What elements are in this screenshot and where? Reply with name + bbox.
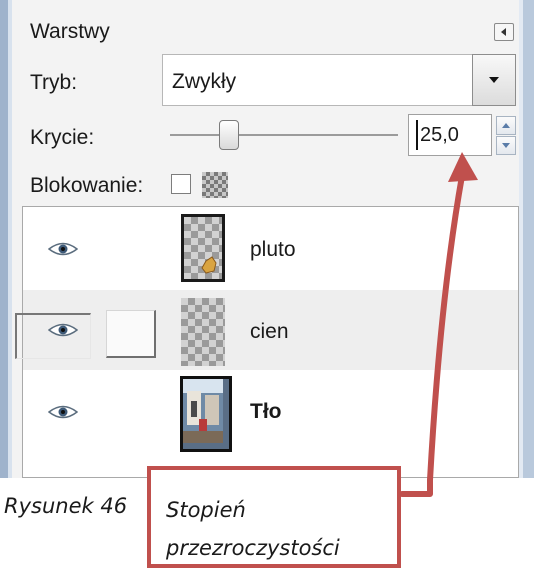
- panel-menu-button[interactable]: [494, 23, 514, 41]
- photo-thumbnail-image: [183, 379, 223, 443]
- lock-pixels-checkbox[interactable]: [171, 174, 191, 194]
- opacity-slider-thumb[interactable]: [219, 120, 239, 150]
- callout-text: Stopień: [166, 498, 246, 522]
- chain-toggle[interactable]: [106, 310, 156, 358]
- opacity-input-value: 25,0: [420, 124, 459, 146]
- layer-thumbnail-photo[interactable]: [180, 376, 232, 452]
- mode-dropdown-value: Zwykły: [172, 70, 237, 93]
- lock-label: Blokowanie:: [30, 174, 144, 197]
- opacity-increment-button[interactable]: [496, 116, 516, 135]
- layer-name[interactable]: pluto: [250, 238, 296, 262]
- eye-icon[interactable]: [48, 241, 78, 257]
- text-caret: [416, 120, 418, 150]
- layer-thumbnail[interactable]: [181, 214, 225, 282]
- figure-caption: Rysunek 46: [4, 494, 128, 518]
- chevron-down-icon: [502, 143, 510, 148]
- opacity-slider-track[interactable]: [170, 134, 398, 136]
- callout-text: przezroczystości: [166, 536, 340, 560]
- layer-name[interactable]: cien: [250, 320, 289, 344]
- lock-alpha-icon[interactable]: [202, 172, 228, 198]
- window-frame-right: [523, 0, 534, 478]
- opacity-decrement-button[interactable]: [496, 136, 516, 155]
- layer-thumbnail[interactable]: [181, 298, 225, 366]
- mode-label: Tryb:: [30, 71, 78, 94]
- opacity-label: Krycie:: [30, 126, 95, 149]
- panel-title: Warstwy: [30, 20, 110, 43]
- eye-icon[interactable]: [48, 404, 78, 420]
- window-frame-left: [0, 0, 8, 478]
- layer-name[interactable]: Tło: [250, 400, 282, 424]
- triangle-left-icon: [501, 28, 506, 36]
- eye-icon[interactable]: [48, 322, 78, 338]
- chevron-down-icon: [489, 77, 499, 83]
- pluto-figure-icon: [201, 256, 217, 274]
- chevron-up-icon: [502, 123, 510, 128]
- mode-dropdown-button[interactable]: [472, 54, 516, 106]
